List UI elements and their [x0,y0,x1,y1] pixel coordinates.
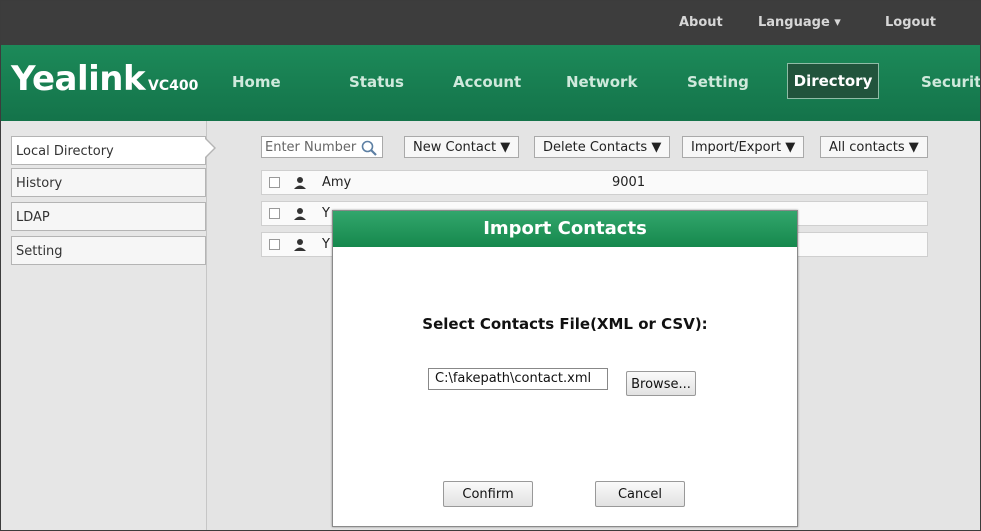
contact-number: 9001 [612,175,646,190]
nav-security[interactable]: Security [921,73,980,91]
cancel-button[interactable]: Cancel [595,481,685,507]
yealink-logo: Yealink [11,59,146,99]
model-label: VC400 [148,78,199,94]
new-contact-button[interactable]: New Contact ▼ [404,136,520,158]
nav-directory[interactable]: Directory [787,63,879,99]
nav-home[interactable]: Home [232,73,281,91]
browse-button[interactable]: Browse... [626,371,696,396]
sidebar-item-ldap[interactable]: LDAP [11,202,206,231]
sidebar-item-local-directory[interactable]: Local Directory [11,136,206,165]
dialog-title: Import Contacts [333,211,797,247]
row-checkbox[interactable] [269,177,280,188]
contact-name: Y [322,206,330,221]
nav-network[interactable]: Network [566,73,637,91]
delete-contacts-button[interactable]: Delete Contacts ▼ [534,136,671,158]
search-icon[interactable] [360,139,378,157]
contacts-filter-select[interactable]: All contacts ▼ [820,136,928,158]
nav-setting[interactable]: Setting [687,73,749,91]
browser-viewport: About Language ▾ Logout Yealink VC400 Ho… [0,0,981,531]
about-link[interactable]: About [679,15,723,30]
file-path-field[interactable]: C:\fakepath\contact.xml [428,368,608,390]
contact-icon [294,177,306,189]
select-file-label: Select Contacts File(XML or CSV): [422,315,708,333]
active-pointer [205,139,214,157]
import-export-button[interactable]: Import/Export ▼ [682,136,805,158]
contact-name: Amy [322,175,352,190]
confirm-button[interactable]: Confirm [443,481,533,507]
nav-account[interactable]: Account [453,73,521,91]
sidebar: Local Directory History LDAP Setting [1,121,207,530]
sidebar-item-setting[interactable]: Setting [11,236,206,265]
contact-icon [294,239,306,251]
header: Yealink VC400 Home Status Account Networ… [1,45,980,121]
language-menu[interactable]: Language ▾ [758,15,841,30]
sidebar-item-history[interactable]: History [11,168,206,197]
nav-status[interactable]: Status [349,73,404,91]
contact-name: Y [322,237,330,252]
logout-link[interactable]: Logout [885,15,936,30]
import-contacts-dialog: Import Contacts Select Contacts File(XML… [332,210,798,527]
search-placeholder: Enter Number [265,140,357,155]
search-input[interactable]: Enter Number [261,136,383,158]
row-checkbox[interactable] [269,239,280,250]
table-row[interactable]: Amy 9001 [261,170,928,195]
row-checkbox[interactable] [269,208,280,219]
top-bar: About Language ▾ Logout [1,1,980,45]
contact-icon [294,208,306,220]
